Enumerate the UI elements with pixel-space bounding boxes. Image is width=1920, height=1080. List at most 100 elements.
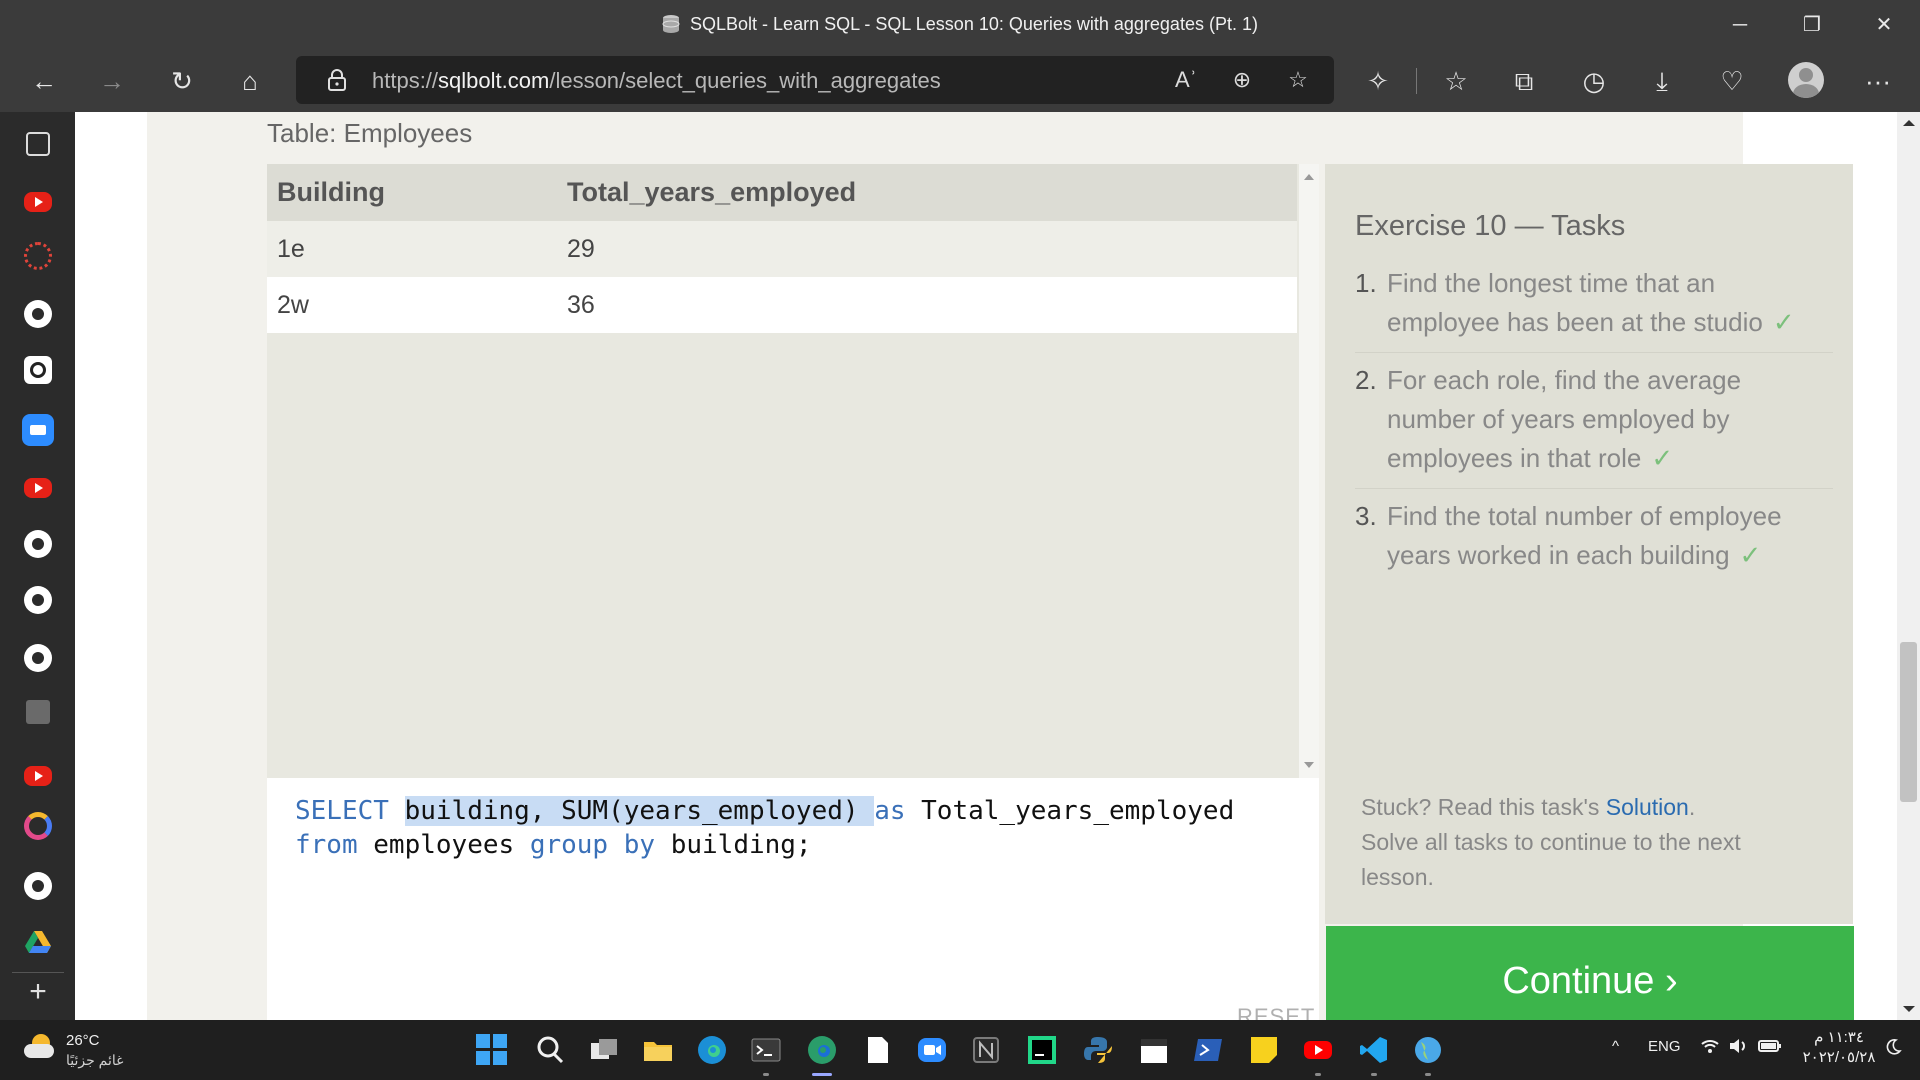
restore-button[interactable]: ❐ [1776, 0, 1848, 50]
zoom-app-button[interactable] [916, 1034, 948, 1066]
battery-icon[interactable] [1758, 1038, 1782, 1058]
building-tab-icon[interactable] [26, 700, 50, 724]
python-icon [1084, 1037, 1112, 1063]
vscode-button[interactable] [1358, 1034, 1390, 1076]
pycharm-button[interactable] [1026, 1034, 1058, 1066]
github-tab-icon-4[interactable] [24, 644, 52, 672]
weather-description[interactable]: غائم جزئيًا [66, 1052, 123, 1069]
results-table: Building Total_years_employed 1e 29 2w 3… [267, 164, 1297, 333]
scroll-up-arrow-icon[interactable] [1304, 174, 1314, 180]
table-row: 2w 36 [267, 277, 1297, 333]
task-item: 2. For each role, find the average number… [1355, 361, 1833, 489]
downloads-button[interactable]: ⤓ [1640, 60, 1684, 102]
stuck-hint: Stuck? Read this task's Solution. Solve a… [1361, 790, 1781, 895]
scroll-up-icon[interactable] [1903, 120, 1915, 126]
task-text: Find the longest time that an employee h… [1387, 268, 1763, 337]
reset-button[interactable]: RESET [1237, 1004, 1315, 1020]
edge-button[interactable] [696, 1034, 728, 1066]
edge-icon [698, 1036, 726, 1064]
notion-button[interactable] [970, 1034, 1002, 1066]
youtube-tab-icon[interactable] [24, 192, 52, 212]
google-drive-icon [25, 931, 51, 953]
github-tab-icon-2[interactable] [24, 530, 52, 558]
performance-button[interactable]: ♡ [1710, 60, 1754, 102]
task-number: 1. [1355, 268, 1377, 298]
add-favorite-icon[interactable]: ☆ [1280, 64, 1316, 96]
more-button[interactable]: ··· [1856, 60, 1900, 102]
calendar-button[interactable] [1138, 1034, 1170, 1066]
folder-icon [644, 1042, 672, 1061]
minimize-button[interactable]: ─ [1704, 0, 1776, 50]
search-button[interactable] [534, 1034, 566, 1066]
tray-overflow-icon[interactable]: ^ [1612, 1038, 1619, 1055]
volume-icon[interactable] [1728, 1038, 1748, 1058]
sticky-notes-button[interactable] [1248, 1034, 1280, 1066]
tab-actions-icon[interactable] [26, 132, 50, 156]
lock-icon[interactable] [326, 69, 348, 91]
notepad-button[interactable] [862, 1034, 894, 1066]
github-tab-icon-3[interactable] [24, 586, 52, 614]
check-icon: ✓ [1772, 307, 1795, 337]
sidebar-divider [12, 972, 64, 973]
earth-app-button[interactable] [1412, 1034, 1444, 1076]
read-aloud-icon[interactable]: Aʾ [1168, 64, 1204, 96]
weather-temperature[interactable]: 26°C [66, 1032, 100, 1049]
powershell-button[interactable] [1192, 1034, 1224, 1066]
zoom-tab-icon[interactable] [22, 414, 54, 446]
url-scheme: https:// [372, 68, 439, 93]
task-number: 2. [1355, 365, 1377, 395]
refresh-button[interactable]: ↻ [160, 60, 204, 102]
table-cell: 36 [567, 277, 1297, 333]
page-scrollbar[interactable] [1897, 112, 1920, 1020]
file-explorer-button[interactable] [642, 1034, 674, 1066]
sql-code[interactable]: SELECT building, SUM(years_employed) as … [295, 794, 1234, 862]
profile-avatar[interactable] [1788, 62, 1824, 98]
scroll-down-icon[interactable] [1903, 1006, 1915, 1012]
title-bar: SQLBolt - Learn SQL - SQL Lesson 10: Que… [0, 0, 1920, 50]
youtube-tab-icon-3[interactable] [24, 766, 52, 786]
swirl-tab-icon[interactable] [24, 812, 52, 840]
column-header-total-years: Total_years_employed [567, 164, 1297, 221]
python-button[interactable] [1082, 1034, 1114, 1066]
results-scrollbar[interactable] [1299, 164, 1319, 778]
language-indicator[interactable]: ENG [1648, 1038, 1681, 1055]
youtube-tab-icon-2[interactable] [24, 478, 52, 498]
zoom-icon[interactable]: ⊕ [1224, 64, 1260, 96]
weather-icon[interactable] [24, 1032, 58, 1060]
collections-button[interactable]: ⧉ [1502, 60, 1546, 102]
extensions-button[interactable]: ✧ [1356, 60, 1400, 102]
canvas-tab-icon[interactable] [24, 242, 52, 270]
google-drive-tab-icon[interactable] [22, 926, 54, 958]
close-button[interactable]: ✕ [1848, 0, 1920, 50]
wifi-icon[interactable] [1700, 1038, 1720, 1058]
check-icon: ✓ [1739, 540, 1762, 570]
history-button[interactable]: ◷ [1572, 60, 1616, 102]
stuck-prefix: Stuck? Read this task's [1361, 794, 1606, 820]
continue-button[interactable]: Continue › [1326, 926, 1854, 1020]
table-caption: Table: Employees [267, 118, 473, 148]
task-view-button[interactable] [588, 1034, 620, 1066]
github-tab-icon-5[interactable] [24, 872, 52, 900]
back-button[interactable]: ← [22, 60, 66, 102]
keyword-as: as [874, 796, 906, 826]
youtube-app-button[interactable] [1302, 1034, 1334, 1076]
edge-dev-icon [808, 1036, 836, 1064]
clock[interactable]: ١١:٣٤ م ٢٠٢٢/٠٥/٢٨ [1796, 1028, 1882, 1068]
forward-button[interactable]: → [90, 60, 134, 102]
favorites-button[interactable]: ☆ [1434, 60, 1478, 102]
sql-editor[interactable]: SELECT building, SUM(years_employed) as … [267, 778, 1319, 1020]
terminal-button[interactable] [750, 1034, 782, 1076]
codewars-tab-icon[interactable] [24, 356, 52, 384]
address-bar[interactable]: https://sqlbolt.com/lesson/select_querie… [296, 56, 1334, 104]
scrollbar-thumb[interactable] [1900, 642, 1917, 802]
start-button[interactable] [476, 1034, 508, 1066]
edge-dev-button[interactable] [806, 1034, 838, 1076]
notifications-icon[interactable] [1884, 1038, 1902, 1060]
url-text[interactable]: https://sqlbolt.com/lesson/select_querie… [372, 68, 941, 94]
github-tab-icon[interactable] [24, 300, 52, 328]
home-button[interactable]: ⌂ [228, 60, 272, 102]
windows-taskbar: 26°C غائم جزئيًا ^ ENG ١١:٣٤ م ٢٠٢٢/٠٥/٢… [0, 1020, 1920, 1080]
solution-link[interactable]: Solution [1606, 794, 1689, 820]
new-tab-button[interactable]: + [22, 975, 54, 1008]
scroll-down-arrow-icon[interactable] [1304, 762, 1314, 768]
